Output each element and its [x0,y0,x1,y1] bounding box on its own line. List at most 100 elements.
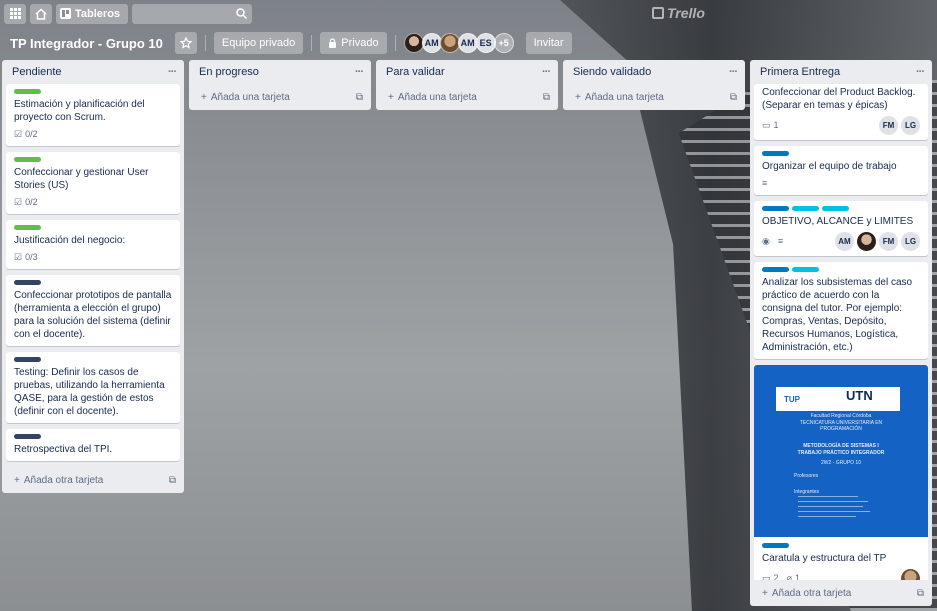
home-button[interactable] [30,3,52,24]
add-card-button[interactable]: + Añada otra tarjeta ⧉ [750,580,932,606]
checklist-badge: ☑ 0/2 [14,196,38,209]
list-pendiente: Pendiente ··· Estimación y planificación… [2,60,184,493]
list-card[interactable]: Confeccionar y gestionar User Stories (U… [6,152,180,214]
member-avatar[interactable] [439,33,460,53]
list-card[interactable]: Organizar el equipo de trabajo ≡ [754,146,928,195]
list-menu-icon[interactable]: ··· [355,66,364,78]
card-member-avatar[interactable]: LG [901,116,920,135]
checklist-count: 0/2 [25,129,38,139]
list-header[interactable]: En progreso ··· [189,60,371,84]
visibility-button[interactable]: Privado [320,32,387,54]
comment-icon: ▭ [762,120,771,130]
more-members-button[interactable]: +5 [493,33,514,53]
card-title: Confeccionar y gestionar User Stories (U… [14,167,149,191]
add-card-label: Añada otra tarjeta [23,474,104,486]
list-card[interactable]: TUP UTN Facultad Regional Córdoba TECNIC… [754,365,928,580]
description-icon: ≡ [762,178,768,188]
list-card[interactable]: Retrospectiva del TPI. [6,429,180,461]
list-header[interactable]: Primera Entrega ··· [750,60,932,84]
template-icon[interactable]: ⧉ [917,588,924,599]
card-label[interactable] [792,267,819,272]
card-label[interactable] [762,267,789,272]
cover-text-line [798,506,863,507]
card-member-avatar[interactable]: AM [835,232,854,251]
team-label: Equipo privado [221,37,296,49]
list-title[interactable]: Para validar [386,66,445,78]
add-card-button[interactable]: + Añada una tarjeta ⧉ [563,84,745,110]
card-member-avatar[interactable]: LG [901,232,920,251]
invite-button[interactable]: Invitar [525,32,572,54]
list-card[interactable]: Confeccionar del Product Backlog. (Separ… [754,84,928,140]
card-label[interactable] [14,157,41,162]
cover-profesores: Profesores [794,473,819,479]
list-menu-icon[interactable]: ··· [729,66,738,78]
list-card[interactable]: Testing: Definir los casos de pruebas, u… [6,352,180,423]
list-title[interactable]: En progreso [199,66,259,78]
list-card[interactable]: Justificación del negocio: ☑ 0/3 [6,220,180,269]
apps-button[interactable] [4,3,26,24]
list-menu-icon[interactable]: ··· [168,66,177,78]
card-label[interactable] [762,206,789,211]
list-title[interactable]: Siendo validado [573,66,651,78]
checklist-badge: ☑ 0/2 [14,128,38,141]
home-icon [35,7,47,20]
cover-text-line [798,496,858,497]
template-icon[interactable]: ⧉ [543,92,550,103]
card-label[interactable] [14,357,41,362]
list-header[interactable]: Pendiente ··· [2,60,184,84]
template-icon[interactable]: ⧉ [356,92,363,103]
comment-icon: ▭ [762,573,771,580]
list-title[interactable]: Pendiente [12,66,62,78]
card-label[interactable] [792,206,819,211]
list-card[interactable]: Confeccionar prototipos de pantalla (her… [6,275,180,346]
template-icon[interactable]: ⧉ [730,92,737,103]
card-member-avatar[interactable]: FM [879,116,898,135]
add-card-label: Añada una tarjeta [584,91,664,103]
board-title[interactable]: TP Integrador - Grupo 10 [10,36,163,51]
add-card-button[interactable]: + Añada una tarjeta ⧉ [189,84,371,110]
team-button[interactable]: Equipo privado [213,32,304,54]
card-label[interactable] [14,280,41,285]
member-avatar[interactable] [403,33,424,53]
card-member-avatar[interactable] [857,232,876,251]
comment-count: 1 [773,120,779,130]
list-card[interactable]: Estimación y planificación del proyecto … [6,84,180,146]
add-card-button[interactable]: + Añada otra tarjeta ⧉ [2,467,184,493]
card-label[interactable] [14,89,41,94]
list-card[interactable]: OBJETIVO, ALCANCE y LIMITES ◉ ≡ AM FM LG [754,201,928,256]
search-input[interactable] [132,3,253,24]
cover-utn-logo: UTN [846,388,873,403]
checklist-count: 0/2 [25,197,38,207]
template-icon[interactable]: ⧉ [169,475,176,486]
card-cover-image[interactable]: TUP UTN Facultad Regional Córdoba TECNIC… [754,365,928,537]
card-member-avatar[interactable] [901,569,920,580]
list-siendo-validado: Siendo validado ··· + Añada una tarjeta ⧉ [563,60,745,110]
card-label[interactable] [762,543,789,548]
card-member-avatar[interactable]: FM [879,232,898,251]
list-title[interactable]: Primera Entrega [760,66,840,78]
member-avatar[interactable]: ES [475,33,496,53]
add-card-button[interactable]: + Añada una tarjeta ⧉ [376,84,558,110]
card-title: Estimación y planificación del proyecto … [14,99,145,123]
card-label[interactable] [822,206,849,211]
checklist-icon: ☑ [14,252,23,262]
board-members: AM AM ES +5 [403,33,514,53]
list-card[interactable]: Analizar los subsistemas del caso prácti… [754,262,928,359]
lock-icon [329,38,337,48]
list-menu-icon[interactable]: ··· [916,66,925,78]
star-button[interactable] [174,32,197,54]
attachment-count: 1 [794,573,800,580]
member-avatar[interactable]: AM [421,33,442,53]
list-menu-icon[interactable]: ··· [542,66,551,78]
card-label[interactable] [762,151,789,156]
member-avatar[interactable]: AM [457,33,478,53]
grid-icon [9,8,21,19]
card-label[interactable] [14,225,41,230]
checklist-icon: ☑ [14,129,23,139]
boards-button[interactable]: Tableros [56,3,129,24]
list-header[interactable]: Siendo validado ··· [563,60,745,84]
card-title: Organizar el equipo de trabajo [762,161,897,172]
list-header[interactable]: Para validar ··· [376,60,558,84]
plus-icon: + [14,474,20,486]
card-label[interactable] [14,434,41,439]
